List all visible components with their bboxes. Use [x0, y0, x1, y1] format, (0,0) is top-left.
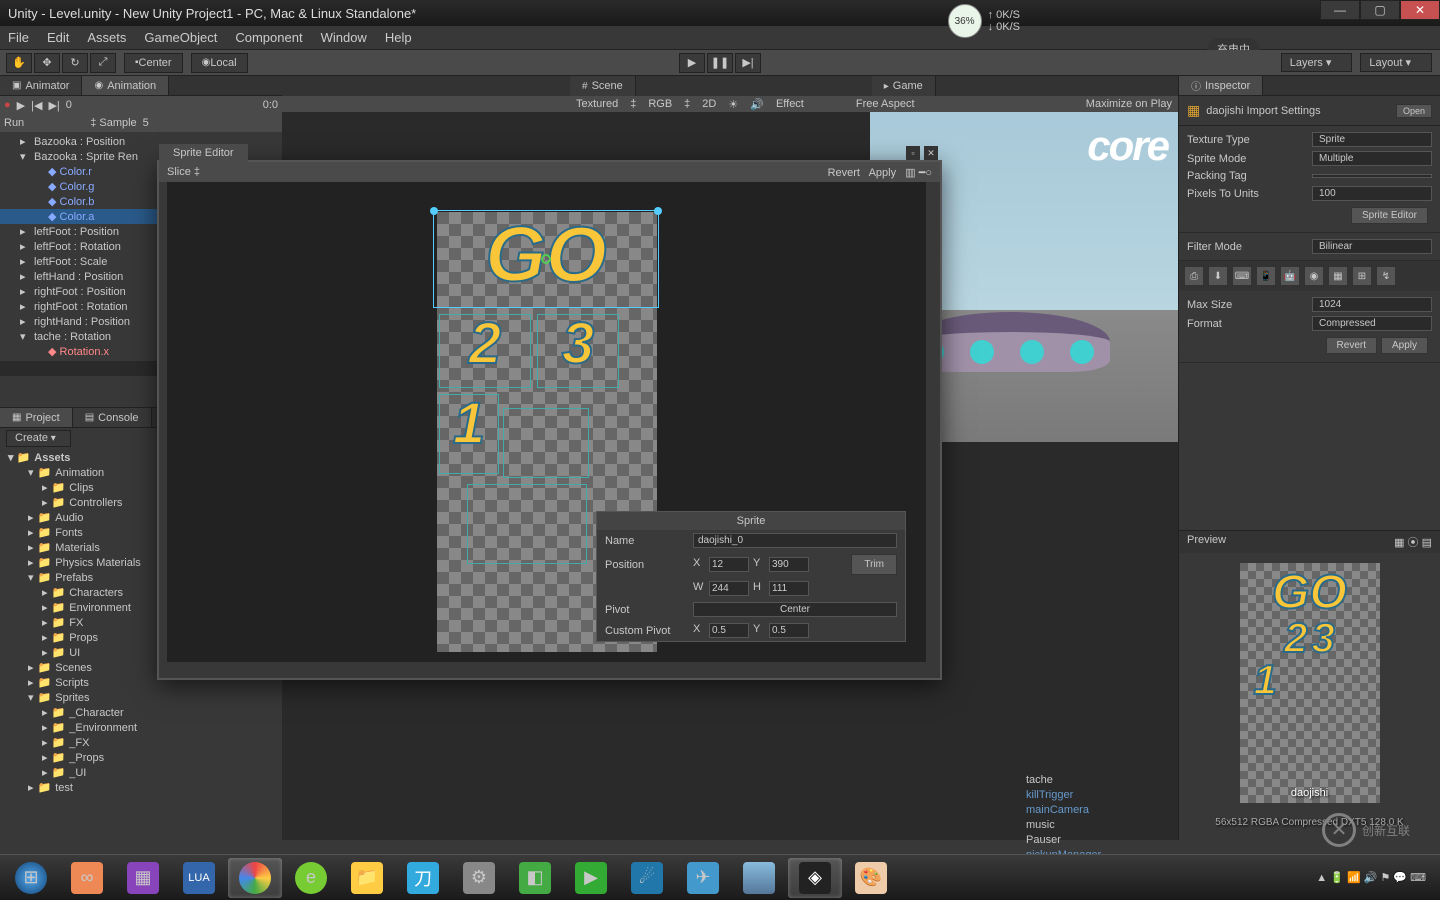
sprite-h-input[interactable]: [769, 581, 809, 596]
watermark: ✕创新互联: [1296, 810, 1436, 850]
platform-tabs[interactable]: ⎙⬇⌨📱🤖◉▦⊞↯: [1179, 261, 1440, 291]
pivot-mode[interactable]: ▪ Center: [124, 53, 183, 73]
menu-assets[interactable]: Assets: [87, 30, 126, 45]
menu-file[interactable]: File: [8, 30, 29, 45]
slice-button[interactable]: Slice ‡: [167, 166, 200, 178]
cpivot-x-input[interactable]: [709, 623, 749, 638]
maximize-toggle[interactable]: Maximize on Play: [1086, 98, 1172, 110]
project-folder[interactable]: ▸ 📁 _UI: [0, 765, 282, 780]
se-revert-button[interactable]: Revert: [828, 167, 860, 179]
pivot-dropdown[interactable]: Center: [693, 602, 897, 617]
preview-tools[interactable]: ▦ ⦿ ▤: [1394, 534, 1432, 550]
sprite-y-input[interactable]: [769, 557, 809, 572]
close-button[interactable]: ✕: [1400, 0, 1440, 20]
sprite-name-input[interactable]: [693, 533, 897, 548]
scale-tool[interactable]: ⤢: [90, 53, 116, 73]
inspector-panel: ▦ daojishi Import Settings Open Texture …: [1179, 96, 1440, 530]
sprite-slice-empty1[interactable]: [503, 408, 589, 478]
tab-project[interactable]: ▦Project: [0, 408, 73, 427]
maximize-button[interactable]: ▢: [1360, 0, 1400, 20]
se-apply-button[interactable]: Apply: [869, 167, 897, 179]
window-controls: — ▢ ✕: [1320, 0, 1440, 20]
ppu-input[interactable]: 100: [1312, 186, 1432, 201]
project-folder[interactable]: ▸ 📁 _Character: [0, 705, 282, 720]
sprite-editor-window: Sprite Editor ▫✕ Slice ‡ Revert Apply ▥ …: [157, 160, 942, 680]
game-aspect[interactable]: Free Aspect: [856, 98, 915, 110]
play-button[interactable]: ▶: [679, 53, 705, 73]
start-button[interactable]: ⊞: [4, 858, 58, 898]
project-folder[interactable]: ▾ 📁 Sprites: [0, 690, 282, 705]
sprite-mode-dropdown[interactable]: Multiple: [1312, 151, 1432, 166]
step-button[interactable]: ▶|: [735, 53, 761, 73]
window-titlebar: Unity - Level.unity - New Unity Project1…: [0, 0, 1440, 26]
format-dropdown[interactable]: Compressed: [1312, 316, 1432, 331]
window-title: Unity - Level.unity - New Unity Project1…: [8, 6, 416, 21]
sprite-slice-2[interactable]: 2: [439, 314, 531, 388]
sprite-w-input[interactable]: [709, 581, 749, 596]
layers-dropdown[interactable]: Layers ▾: [1281, 53, 1353, 72]
pause-button[interactable]: ❚❚: [707, 53, 733, 73]
network-usage-icon: 36%: [948, 4, 982, 38]
sprite-editor-canvas[interactable]: GO 2 3 1 Sprite Name Position XY Trim WH: [167, 182, 926, 662]
create-button[interactable]: Create ▾: [6, 430, 71, 447]
chrome-taskbar-icon[interactable]: [228, 858, 282, 898]
sprite-slice-go[interactable]: GO: [433, 210, 659, 308]
tab-game[interactable]: ▸Game: [872, 76, 936, 96]
texture-type-dropdown[interactable]: Sprite: [1312, 132, 1432, 147]
sprite-details-panel: Sprite Name Position XY Trim WH PivotCen…: [596, 511, 906, 642]
tab-animator[interactable]: ▣Animator: [0, 76, 82, 95]
shading-mode[interactable]: Textured: [576, 98, 618, 110]
main-toolbar: ✋ ✥ ↻ ⤢ ▪ Center ◉ Local ▶ ❚❚ ▶| Layers …: [0, 50, 1440, 76]
hand-tool[interactable]: ✋: [6, 53, 32, 73]
project-folder[interactable]: ▸ 📁 _Environment: [0, 720, 282, 735]
filter-dropdown[interactable]: Bilinear: [1312, 239, 1432, 254]
preview-panel: Preview▦ ⦿ ▤ GO 2 3 1 daojishi 56x512 RG…: [1179, 530, 1440, 840]
sprite-x-input[interactable]: [709, 557, 749, 572]
network-widget: 36% ↑ 0K/S ↓ 0K/S: [948, 4, 1020, 38]
clip-dropdown[interactable]: Run: [4, 117, 24, 129]
texture-icon: ▦: [1187, 102, 1200, 119]
rotation-mode[interactable]: ◉ Local: [191, 53, 248, 73]
project-folder[interactable]: ▸ 📁 test: [0, 780, 282, 795]
menu-help[interactable]: Help: [385, 30, 412, 45]
open-button[interactable]: Open: [1396, 104, 1432, 118]
move-tool[interactable]: ✥: [34, 53, 60, 73]
unity-taskbar-icon[interactable]: ◈: [788, 858, 842, 898]
system-tray[interactable]: ▲ 🔋 📶 🔊 ⚑ 💬 ⌨: [1306, 871, 1436, 884]
sprite-slice-1[interactable]: 1: [439, 394, 499, 474]
layout-dropdown[interactable]: Layout ▾: [1360, 53, 1432, 72]
menu-component[interactable]: Component: [235, 30, 302, 45]
windows-taskbar: ⊞ ∞ ▦ LUA e 📁 刀 ⚙ ◧ ▶ ☄ ✈ ◈ 🎨 ▲ 🔋 📶 🔊 ⚑ …: [0, 854, 1440, 900]
se-color-icon[interactable]: ▥: [905, 167, 915, 179]
asset-name: daojishi Import Settings: [1206, 105, 1320, 117]
se-close-icon[interactable]: ✕: [924, 146, 938, 160]
sprite-slice-3[interactable]: 3: [537, 314, 619, 388]
score-label: core: [1087, 122, 1168, 170]
trim-button[interactable]: Trim: [851, 554, 897, 575]
anim-play-button[interactable]: ▶: [17, 99, 25, 112]
menu-window[interactable]: Window: [321, 30, 367, 45]
tab-inspector[interactable]: ⓘInspector: [1179, 76, 1263, 95]
inspector-apply-button[interactable]: Apply: [1381, 337, 1428, 354]
sprite-editor-button[interactable]: Sprite Editor: [1351, 207, 1428, 224]
minimize-button[interactable]: —: [1320, 0, 1360, 20]
maxsize-dropdown[interactable]: 1024: [1312, 297, 1432, 312]
menu-gameobject[interactable]: GameObject: [144, 30, 217, 45]
cpivot-y-input[interactable]: [769, 623, 809, 638]
se-dock-icon[interactable]: ▫: [906, 146, 920, 160]
inspector-revert-button[interactable]: Revert: [1326, 337, 1377, 354]
menu-edit[interactable]: Edit: [47, 30, 69, 45]
tab-console[interactable]: ▤Console: [73, 408, 152, 427]
tab-scene[interactable]: #Scene: [570, 76, 636, 96]
record-button[interactable]: ●: [4, 99, 11, 111]
project-folder[interactable]: ▸ 📁 _FX: [0, 735, 282, 750]
project-folder[interactable]: ▸ 📁 _Props: [0, 750, 282, 765]
sprite-slice-empty2[interactable]: [467, 484, 587, 564]
packing-tag-input[interactable]: [1312, 174, 1432, 178]
sprite-editor-tab[interactable]: Sprite Editor: [159, 144, 248, 162]
rotate-tool[interactable]: ↻: [62, 53, 88, 73]
tab-animation[interactable]: ◉Animation: [82, 76, 169, 95]
